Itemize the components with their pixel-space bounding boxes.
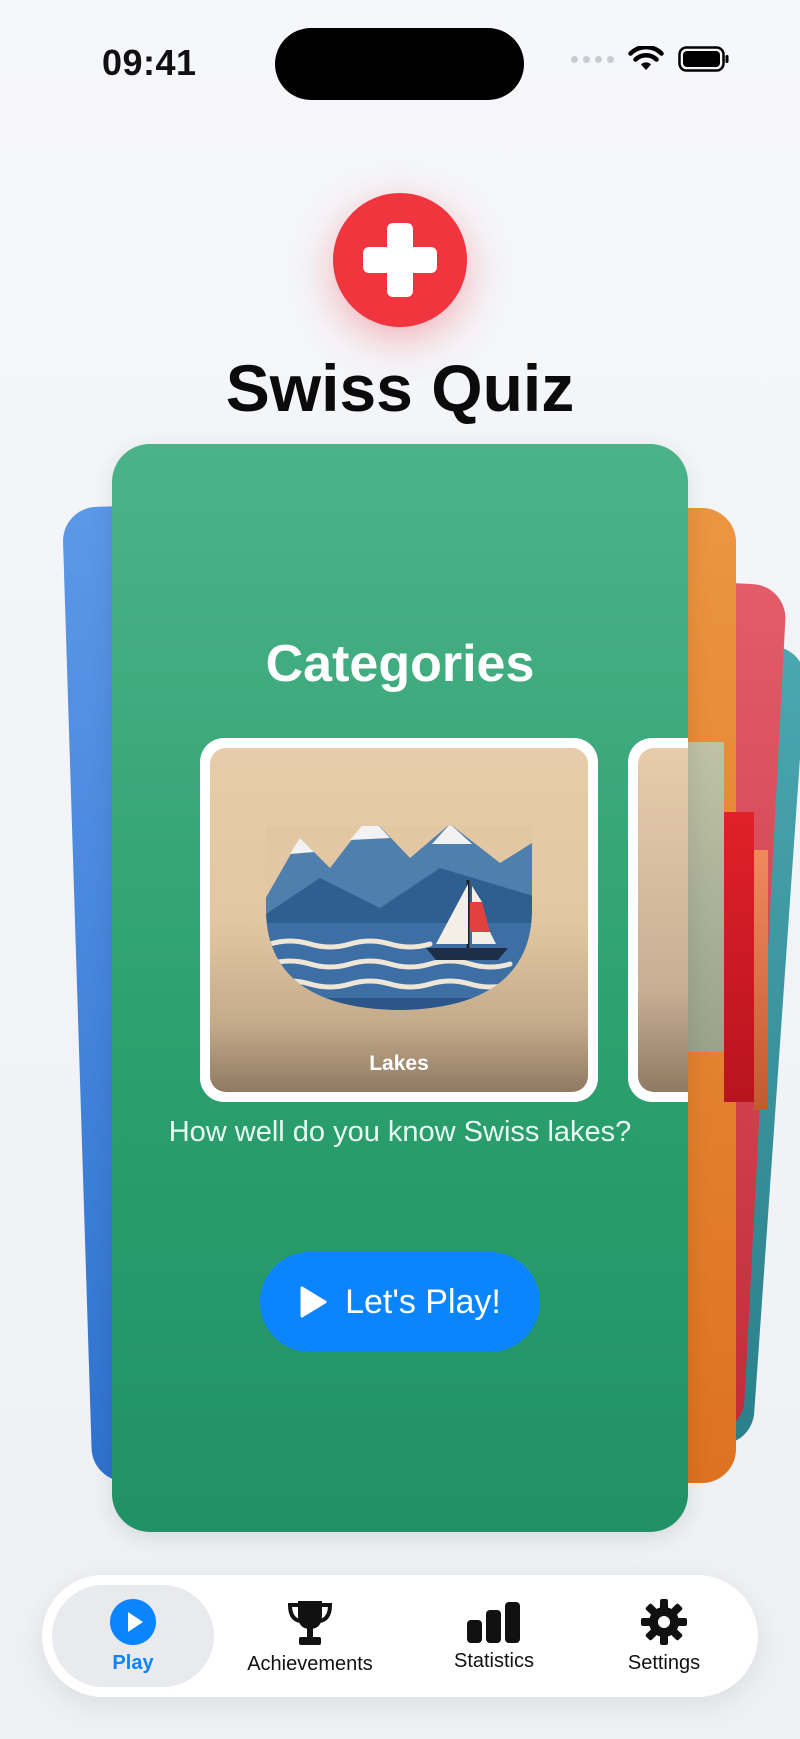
card-image-strip	[724, 812, 754, 1102]
categories-heading: Categories	[265, 635, 535, 693]
tab-bar: Play Achievements Statistics Settings	[42, 1575, 758, 1697]
screen: 09:41 Swiss Quiz Categories Lakes How we…	[0, 0, 800, 1739]
status-time: 09:41	[102, 42, 197, 83]
tab-settings[interactable]: Settings	[582, 1585, 746, 1687]
lake-sailboat-illustration	[266, 826, 532, 1010]
cellular-signal-icon	[571, 55, 614, 63]
category-tile-next[interactable]	[628, 738, 688, 1102]
status-icons	[571, 46, 730, 72]
category-tile-lakes[interactable]: Lakes	[200, 738, 598, 1102]
tab-play[interactable]: Play	[52, 1585, 214, 1687]
battery-icon	[678, 46, 729, 72]
lets-play-button[interactable]: Let's Play!	[260, 1252, 540, 1352]
play-circle-icon	[110, 1598, 156, 1645]
wifi-icon	[628, 46, 664, 70]
swiss-cross-logo	[333, 193, 467, 327]
tab-label: Achievements	[247, 1652, 373, 1675]
tile-label: Lakes	[369, 1052, 429, 1075]
bar-chart-icon	[467, 1601, 520, 1643]
card-image-strip	[688, 742, 724, 1052]
trophy-icon	[287, 1600, 333, 1645]
tab-achievements[interactable]: Achievements	[222, 1585, 398, 1687]
lets-play-label: Let's Play!	[345, 1282, 501, 1321]
app-title: Swiss Quiz	[225, 351, 575, 425]
gear-icon	[641, 1598, 687, 1645]
tab-statistics[interactable]: Statistics	[412, 1585, 576, 1687]
category-card[interactable]: Categories Lakes How well do you know Sw…	[112, 444, 688, 1532]
tab-label: Play	[112, 1651, 154, 1674]
card-image-strip	[754, 850, 768, 1110]
category-description: How well do you know Swiss lakes?	[168, 1116, 632, 1148]
tab-label: Statistics	[453, 1649, 535, 1672]
dynamic-island	[275, 28, 524, 100]
play-icon	[300, 1286, 327, 1318]
tab-label: Settings	[627, 1651, 701, 1674]
